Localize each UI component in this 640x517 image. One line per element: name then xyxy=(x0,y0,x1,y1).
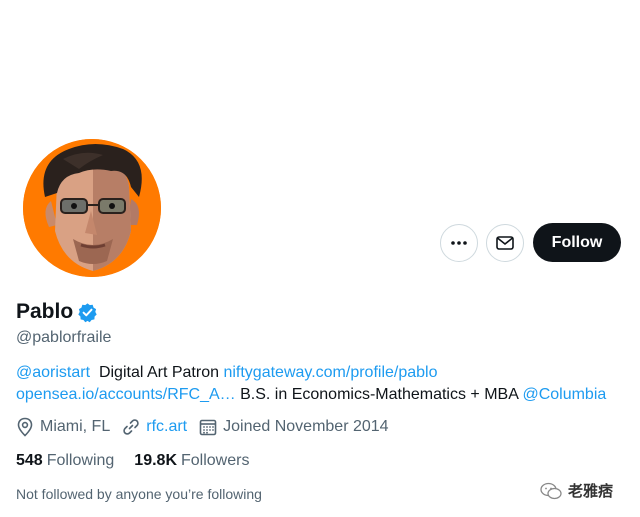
bio-line-2: opensea.io/accounts/RFC_A… B.S. in Econo… xyxy=(16,384,626,406)
bio-text-degree: B.S. in Economics-Mathematics + MBA xyxy=(240,386,518,403)
followers-count: 19.8K xyxy=(134,452,177,469)
following-count: 548 xyxy=(16,452,43,469)
location-item: Miami, FL xyxy=(16,417,110,437)
link-opensea[interactable]: opensea.io/accounts/RFC_A… xyxy=(16,386,236,403)
joined-text: Joined November 2014 xyxy=(223,418,389,435)
followers-stat[interactable]: 19.8K Followers xyxy=(134,452,249,470)
message-button[interactable] xyxy=(486,224,524,262)
following-label: Following xyxy=(46,452,115,469)
location-text: Miami, FL xyxy=(40,418,111,435)
profile-avatar[interactable] xyxy=(21,137,163,279)
profile-bio: @aoristart Digital Art Patron niftygatew… xyxy=(16,362,626,406)
watermark: 老雅痞 xyxy=(540,480,613,501)
envelope-icon xyxy=(496,236,514,250)
mention-link-columbia[interactable]: @Columbia xyxy=(522,386,606,403)
joined-item: Joined November 2014 xyxy=(199,418,389,436)
display-name: Pablo xyxy=(16,300,74,323)
follow-button[interactable]: Follow xyxy=(533,223,621,262)
calendar-icon xyxy=(199,419,217,436)
profile-meta: Miami, FL rfc.art Joined November 2014 xyxy=(16,417,401,437)
following-stat[interactable]: 548 Following xyxy=(16,452,114,470)
bio-text-patron: Digital Art Patron xyxy=(98,364,219,381)
website-item[interactable]: rfc.art xyxy=(122,418,187,436)
link-niftygateway[interactable]: niftygateway.com/profile/pablo xyxy=(223,364,437,381)
user-handle: @pablorfraile xyxy=(16,329,112,346)
more-dots-icon xyxy=(451,241,467,245)
not-followed-note: Not followed by anyone you’re following xyxy=(16,486,262,502)
name-row: Pablo xyxy=(16,300,98,324)
verified-badge-icon[interactable] xyxy=(77,302,98,323)
wechat-logo-icon xyxy=(540,482,562,499)
more-options-button[interactable] xyxy=(440,224,478,262)
link-chain-icon xyxy=(123,419,139,435)
followers-label: Followers xyxy=(181,452,250,469)
website-link[interactable]: rfc.art xyxy=(146,418,187,436)
mention-link-aoristart[interactable]: @aoristart xyxy=(16,364,90,381)
bio-line-1: @aoristart Digital Art Patron niftygatew… xyxy=(16,362,626,384)
location-pin-icon xyxy=(17,417,33,437)
watermark-text: 老雅痞 xyxy=(568,483,614,500)
follow-stats: 548 Following 19.8K Followers xyxy=(16,452,269,470)
